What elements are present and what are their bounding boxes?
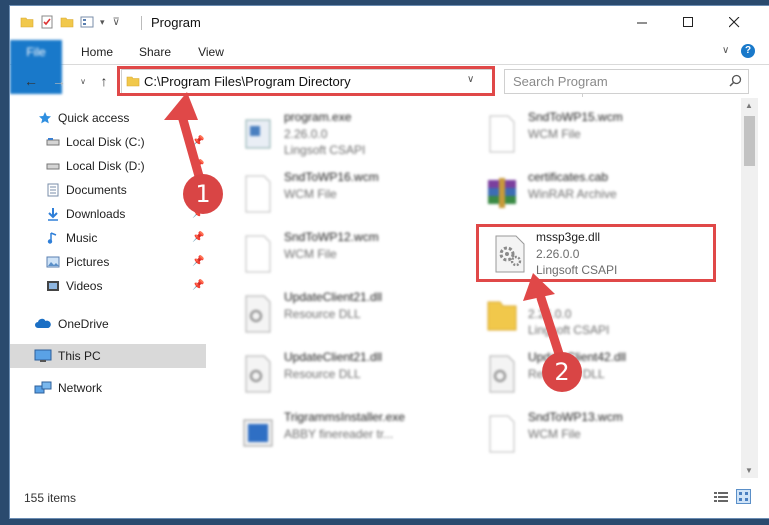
arrow-1-head <box>164 92 198 120</box>
arrow-1-shaft <box>177 111 204 181</box>
step-1-badge: 1 <box>183 174 223 214</box>
arrow-2-head <box>523 273 555 301</box>
annotation-arrows <box>164 92 566 365</box>
step-2-badge: 2 <box>542 352 582 392</box>
arrow-2-shaft <box>536 293 566 365</box>
